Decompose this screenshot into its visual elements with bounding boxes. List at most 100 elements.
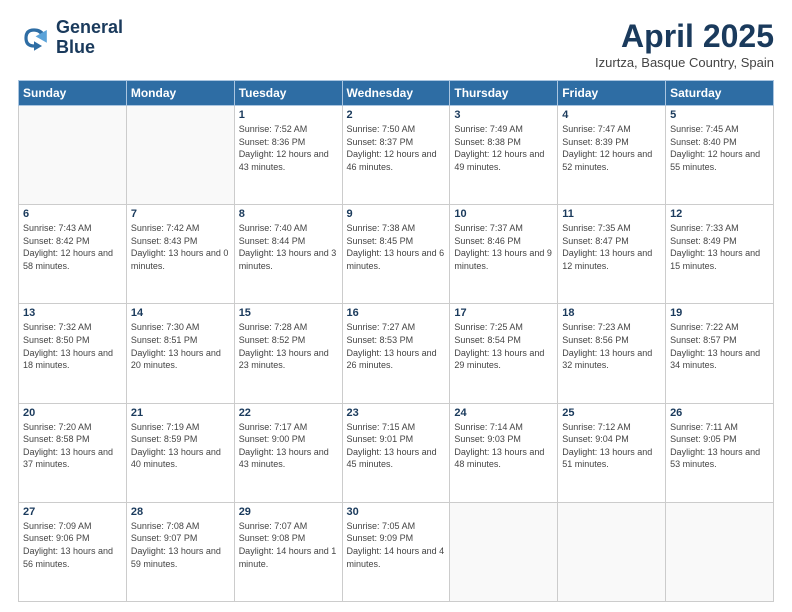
- day-detail: Sunrise: 7:35 AMSunset: 8:47 PMDaylight:…: [562, 222, 661, 272]
- calendar-week-row: 13 Sunrise: 7:32 AMSunset: 8:50 PMDayligh…: [19, 304, 774, 403]
- day-number: 14: [131, 307, 230, 319]
- calendar-cell: 13 Sunrise: 7:32 AMSunset: 8:50 PMDayligh…: [19, 304, 127, 403]
- day-detail: Sunrise: 7:22 AMSunset: 8:57 PMDaylight:…: [670, 321, 769, 371]
- day-number: 3: [454, 109, 553, 121]
- day-detail: Sunrise: 7:15 AMSunset: 9:01 PMDaylight:…: [347, 421, 446, 471]
- calendar-week-row: 27 Sunrise: 7:09 AMSunset: 9:06 PMDayligh…: [19, 502, 774, 601]
- day-number: 1: [239, 109, 338, 121]
- calendar-cell: 21 Sunrise: 7:19 AMSunset: 8:59 PMDayligh…: [126, 403, 234, 502]
- calendar-cell: 15 Sunrise: 7:28 AMSunset: 8:52 PMDayligh…: [234, 304, 342, 403]
- calendar-cell: [19, 106, 127, 205]
- day-detail: Sunrise: 7:52 AMSunset: 8:36 PMDaylight:…: [239, 123, 338, 173]
- calendar-cell: 10 Sunrise: 7:37 AMSunset: 8:46 PMDayligh…: [450, 205, 558, 304]
- day-number: 22: [239, 407, 338, 419]
- calendar-cell: 18 Sunrise: 7:23 AMSunset: 8:56 PMDayligh…: [558, 304, 666, 403]
- calendar-cell: 5Sunrise: 7:45 AMSunset: 8:40 PMDaylight…: [666, 106, 774, 205]
- calendar-cell: 30 Sunrise: 7:05 AMSunset: 9:09 PMDayligh…: [342, 502, 450, 601]
- day-number: 28: [131, 506, 230, 518]
- day-number: 18: [562, 307, 661, 319]
- day-number: 29: [239, 506, 338, 518]
- calendar-cell: [666, 502, 774, 601]
- logo-line2: Blue: [56, 38, 123, 58]
- calendar-page: General Blue April 2025 Izurtza, Basque …: [0, 0, 792, 612]
- day-detail: Sunrise: 7:32 AMSunset: 8:50 PMDaylight:…: [23, 321, 122, 371]
- calendar-cell: 2 Sunrise: 7:50 AMSunset: 8:37 PMDaylight…: [342, 106, 450, 205]
- calendar-cell: [558, 502, 666, 601]
- day-number: 5: [670, 109, 769, 121]
- day-detail: Sunrise: 7:40 AMSunset: 8:44 PMDaylight:…: [239, 222, 338, 272]
- day-number: 15: [239, 307, 338, 319]
- calendar-cell: 23 Sunrise: 7:15 AMSunset: 9:01 PMDayligh…: [342, 403, 450, 502]
- calendar-cell: 14 Sunrise: 7:30 AMSunset: 8:51 PMDayligh…: [126, 304, 234, 403]
- day-number: 20: [23, 407, 122, 419]
- weekday-header-wednesday: Wednesday: [342, 81, 450, 106]
- day-detail: Sunrise: 7:12 AMSunset: 9:04 PMDaylight:…: [562, 421, 661, 471]
- weekday-header-row: SundayMondayTuesdayWednesdayThursdayFrid…: [19, 81, 774, 106]
- calendar-cell: [126, 106, 234, 205]
- calendar-cell: 6 Sunrise: 7:43 AMSunset: 8:42 PMDaylight…: [19, 205, 127, 304]
- day-number: 13: [23, 307, 122, 319]
- day-detail: Sunrise: 7:38 AMSunset: 8:45 PMDaylight:…: [347, 222, 446, 272]
- day-number: 2: [347, 109, 446, 121]
- day-number: 21: [131, 407, 230, 419]
- calendar-cell: 28Sunrise: 7:08 AMSunset: 9:07 PMDayligh…: [126, 502, 234, 601]
- header: General Blue April 2025 Izurtza, Basque …: [18, 18, 774, 70]
- day-number: 8: [239, 208, 338, 220]
- day-detail: Sunrise: 7:19 AMSunset: 8:59 PMDaylight:…: [131, 421, 230, 471]
- day-number: 19: [670, 307, 769, 319]
- day-detail: Sunrise: 7:17 AMSunset: 9:00 PMDaylight:…: [239, 421, 338, 471]
- calendar-week-row: 1 Sunrise: 7:52 AMSunset: 8:36 PMDaylight…: [19, 106, 774, 205]
- day-detail: Sunrise: 7:28 AMSunset: 8:52 PMDaylight:…: [239, 321, 338, 371]
- weekday-header-tuesday: Tuesday: [234, 81, 342, 106]
- day-detail: Sunrise: 7:47 AMSunset: 8:39 PMDaylight:…: [562, 123, 661, 173]
- day-number: 16: [347, 307, 446, 319]
- logo-text: General Blue: [56, 18, 123, 58]
- day-detail: Sunrise: 7:09 AMSunset: 9:06 PMDaylight:…: [23, 520, 122, 570]
- day-number: 30: [347, 506, 446, 518]
- weekday-header-friday: Friday: [558, 81, 666, 106]
- weekday-header-thursday: Thursday: [450, 81, 558, 106]
- day-number: 17: [454, 307, 553, 319]
- day-number: 4: [562, 109, 661, 121]
- day-number: 9: [347, 208, 446, 220]
- day-number: 27: [23, 506, 122, 518]
- day-detail: Sunrise: 7:23 AMSunset: 8:56 PMDaylight:…: [562, 321, 661, 371]
- day-detail: Sunrise: 7:07 AMSunset: 9:08 PMDaylight:…: [239, 520, 338, 570]
- day-number: 26: [670, 407, 769, 419]
- calendar-cell: 11 Sunrise: 7:35 AMSunset: 8:47 PMDayligh…: [558, 205, 666, 304]
- calendar-cell: 3Sunrise: 7:49 AMSunset: 8:38 PMDaylight…: [450, 106, 558, 205]
- day-detail: Sunrise: 7:27 AMSunset: 8:53 PMDaylight:…: [347, 321, 446, 371]
- day-detail: Sunrise: 7:43 AMSunset: 8:42 PMDaylight:…: [23, 222, 122, 272]
- calendar-cell: 26Sunrise: 7:11 AMSunset: 9:05 PMDayligh…: [666, 403, 774, 502]
- logo: General Blue: [18, 18, 123, 58]
- day-number: 11: [562, 208, 661, 220]
- weekday-header-monday: Monday: [126, 81, 234, 106]
- calendar-cell: 8 Sunrise: 7:40 AMSunset: 8:44 PMDaylight…: [234, 205, 342, 304]
- calendar-cell: 29 Sunrise: 7:07 AMSunset: 9:08 PMDayligh…: [234, 502, 342, 601]
- day-detail: Sunrise: 7:33 AMSunset: 8:49 PMDaylight:…: [670, 222, 769, 272]
- calendar-cell: 19 Sunrise: 7:22 AMSunset: 8:57 PMDayligh…: [666, 304, 774, 403]
- logo-icon: [18, 22, 50, 54]
- day-number: 12: [670, 208, 769, 220]
- day-number: 6: [23, 208, 122, 220]
- day-detail: Sunrise: 7:14 AMSunset: 9:03 PMDaylight:…: [454, 421, 553, 471]
- day-detail: Sunrise: 7:37 AMSunset: 8:46 PMDaylight:…: [454, 222, 553, 272]
- day-number: 25: [562, 407, 661, 419]
- day-number: 23: [347, 407, 446, 419]
- weekday-header-saturday: Saturday: [666, 81, 774, 106]
- logo-line1: General: [56, 18, 123, 38]
- day-number: 10: [454, 208, 553, 220]
- day-number: 24: [454, 407, 553, 419]
- day-detail: Sunrise: 7:30 AMSunset: 8:51 PMDaylight:…: [131, 321, 230, 371]
- calendar-cell: [450, 502, 558, 601]
- day-detail: Sunrise: 7:05 AMSunset: 9:09 PMDaylight:…: [347, 520, 446, 570]
- calendar-cell: 9 Sunrise: 7:38 AMSunset: 8:45 PMDaylight…: [342, 205, 450, 304]
- month-title: April 2025: [595, 18, 774, 55]
- day-detail: Sunrise: 7:25 AMSunset: 8:54 PMDaylight:…: [454, 321, 553, 371]
- day-detail: Sunrise: 7:50 AMSunset: 8:37 PMDaylight:…: [347, 123, 446, 173]
- weekday-header-sunday: Sunday: [19, 81, 127, 106]
- calendar-cell: 27 Sunrise: 7:09 AMSunset: 9:06 PMDayligh…: [19, 502, 127, 601]
- calendar-week-row: 20Sunrise: 7:20 AMSunset: 8:58 PMDayligh…: [19, 403, 774, 502]
- calendar-week-row: 6 Sunrise: 7:43 AMSunset: 8:42 PMDaylight…: [19, 205, 774, 304]
- calendar-cell: 16 Sunrise: 7:27 AMSunset: 8:53 PMDayligh…: [342, 304, 450, 403]
